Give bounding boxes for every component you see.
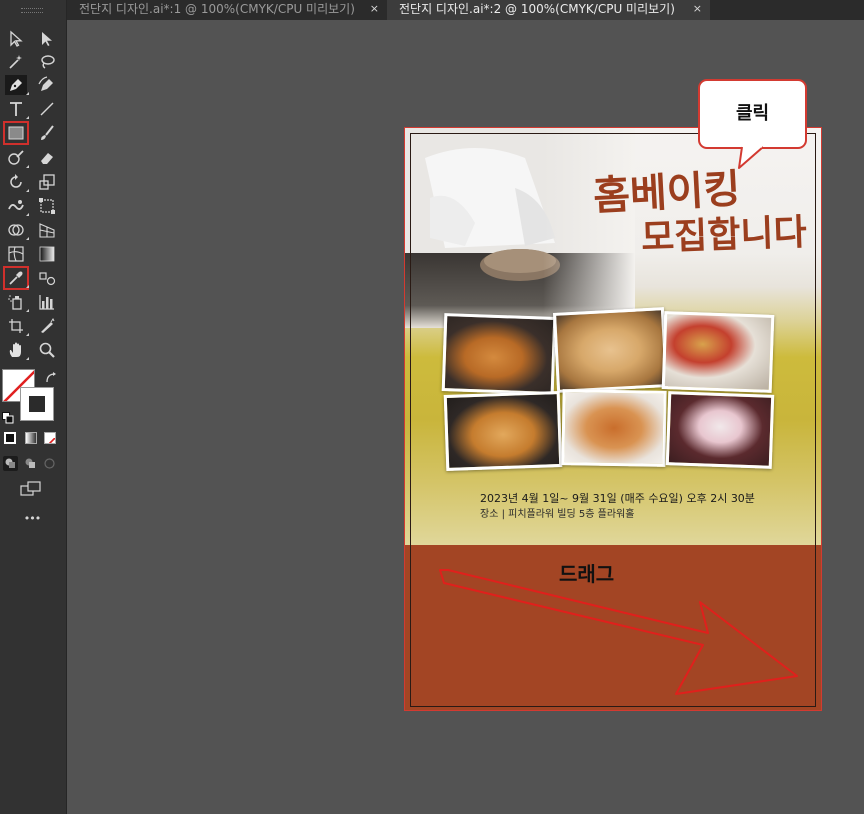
callout-tail bbox=[738, 144, 764, 169]
